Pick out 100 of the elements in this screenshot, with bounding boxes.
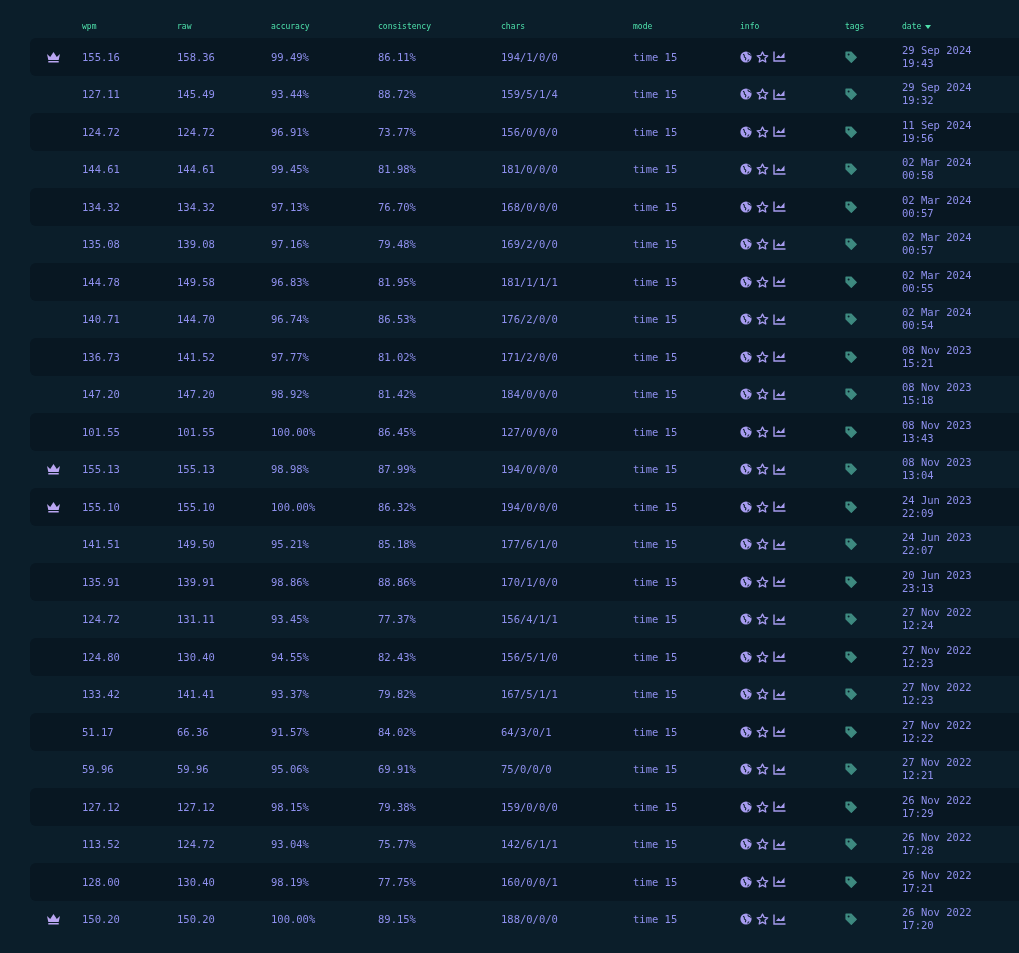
star-icon[interactable] (756, 575, 769, 588)
tag-icon[interactable] (845, 913, 857, 926)
star-icon[interactable] (756, 913, 769, 926)
chart-icon[interactable] (773, 538, 786, 550)
chart-icon[interactable] (773, 463, 786, 475)
star-icon[interactable] (756, 650, 769, 663)
chart-icon[interactable] (773, 688, 786, 700)
globe-icon[interactable] (740, 913, 752, 926)
tag-icon[interactable] (845, 500, 857, 513)
chart-icon[interactable] (773, 51, 786, 63)
chart-icon[interactable] (773, 576, 786, 588)
tag-icon[interactable] (845, 350, 857, 363)
star-icon[interactable] (756, 88, 769, 101)
star-icon[interactable] (756, 763, 769, 776)
chart-icon[interactable] (773, 876, 786, 888)
star-icon[interactable] (756, 50, 769, 63)
globe-icon[interactable] (740, 88, 752, 101)
chart-icon[interactable] (773, 126, 786, 138)
chart-icon[interactable] (773, 838, 786, 850)
star-icon[interactable] (756, 313, 769, 326)
chart-icon[interactable] (773, 763, 786, 775)
globe-icon[interactable] (740, 125, 752, 138)
globe-icon[interactable] (740, 463, 752, 476)
globe-icon[interactable] (740, 688, 752, 701)
star-icon[interactable] (756, 613, 769, 626)
globe-icon[interactable] (740, 725, 752, 738)
star-icon[interactable] (756, 463, 769, 476)
tag-icon[interactable] (845, 125, 857, 138)
tag-icon[interactable] (845, 388, 857, 401)
star-icon[interactable] (756, 275, 769, 288)
tag-icon[interactable] (845, 88, 857, 101)
tag-icon[interactable] (845, 725, 857, 738)
globe-icon[interactable] (740, 800, 752, 813)
tag-icon[interactable] (845, 275, 857, 288)
chart-icon[interactable] (773, 163, 786, 175)
globe-icon[interactable] (740, 650, 752, 663)
tag-icon[interactable] (845, 650, 857, 663)
column-header[interactable]: mode (633, 22, 653, 31)
globe-icon[interactable] (740, 425, 752, 438)
globe-icon[interactable] (740, 838, 752, 851)
star-icon[interactable] (756, 800, 769, 813)
globe-icon[interactable] (740, 763, 752, 776)
tag-icon[interactable] (845, 163, 857, 176)
globe-icon[interactable] (740, 538, 752, 551)
column-header[interactable]: date (902, 22, 922, 31)
chart-icon[interactable] (773, 651, 786, 663)
tag-icon[interactable] (845, 313, 857, 326)
chart-icon[interactable] (773, 201, 786, 213)
globe-icon[interactable] (740, 388, 752, 401)
globe-icon[interactable] (740, 875, 752, 888)
globe-icon[interactable] (740, 613, 752, 626)
column-header[interactable]: raw (177, 22, 192, 31)
globe-icon[interactable] (740, 313, 752, 326)
globe-icon[interactable] (740, 275, 752, 288)
tag-icon[interactable] (845, 50, 857, 63)
chart-icon[interactable] (773, 276, 786, 288)
tag-icon[interactable] (845, 425, 857, 438)
chart-icon[interactable] (773, 238, 786, 250)
chart-icon[interactable] (773, 388, 786, 400)
star-icon[interactable] (756, 163, 769, 176)
tag-icon[interactable] (845, 800, 857, 813)
sort-caret-icon[interactable] (925, 24, 932, 29)
chart-icon[interactable] (773, 313, 786, 325)
chart-icon[interactable] (773, 88, 786, 100)
star-icon[interactable] (756, 125, 769, 138)
tag-icon[interactable] (845, 238, 857, 251)
globe-icon[interactable] (740, 50, 752, 63)
column-header[interactable]: consistency (378, 22, 431, 31)
chart-icon[interactable] (773, 613, 786, 625)
tag-icon[interactable] (845, 688, 857, 701)
tag-icon[interactable] (845, 575, 857, 588)
globe-icon[interactable] (740, 200, 752, 213)
tag-icon[interactable] (845, 613, 857, 626)
globe-icon[interactable] (740, 163, 752, 176)
column-header[interactable]: accuracy (271, 22, 310, 31)
globe-icon[interactable] (740, 500, 752, 513)
star-icon[interactable] (756, 838, 769, 851)
column-header[interactable]: info (740, 22, 760, 31)
globe-icon[interactable] (740, 350, 752, 363)
tag-icon[interactable] (845, 200, 857, 213)
star-icon[interactable] (756, 238, 769, 251)
tag-icon[interactable] (845, 463, 857, 476)
star-icon[interactable] (756, 388, 769, 401)
chart-icon[interactable] (773, 801, 786, 813)
chart-icon[interactable] (773, 351, 786, 363)
star-icon[interactable] (756, 875, 769, 888)
globe-icon[interactable] (740, 575, 752, 588)
column-header[interactable]: wpm (82, 22, 97, 31)
tag-icon[interactable] (845, 875, 857, 888)
star-icon[interactable] (756, 725, 769, 738)
star-icon[interactable] (756, 538, 769, 551)
tag-icon[interactable] (845, 538, 857, 551)
globe-icon[interactable] (740, 238, 752, 251)
column-header[interactable]: chars (501, 22, 526, 31)
star-icon[interactable] (756, 200, 769, 213)
chart-icon[interactable] (773, 726, 786, 738)
chart-icon[interactable] (773, 426, 786, 438)
star-icon[interactable] (756, 688, 769, 701)
column-header[interactable]: tags (845, 22, 865, 31)
chart-icon[interactable] (773, 501, 786, 513)
